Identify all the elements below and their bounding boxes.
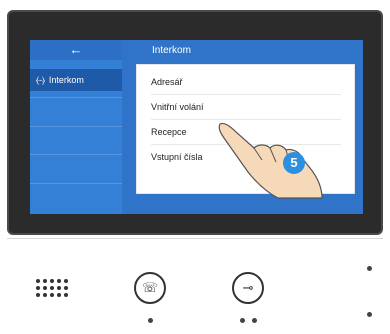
handset-icon: ☏ <box>141 280 159 295</box>
menu-item-adresar[interactable]: Adresář <box>151 70 341 95</box>
key-icon: ⊸ <box>242 280 254 295</box>
page-title: Interkom <box>152 45 191 56</box>
divider <box>30 97 122 98</box>
sidebar: ← ⦑-⦒ Interkom <box>30 40 122 214</box>
divider <box>30 154 122 155</box>
sidebar-item-interkom[interactable]: ⦑-⦒ Interkom <box>30 69 122 91</box>
talk-button[interactable]: ☏ <box>134 272 166 304</box>
divider <box>30 183 122 184</box>
arrow-left-icon: ← <box>69 42 83 57</box>
panel-divider <box>7 238 383 239</box>
back-button[interactable]: ← <box>30 40 122 60</box>
sidebar-item-label: Interkom <box>48 75 84 85</box>
intercom-device: ← ⦑-⦒ Interkom Interkom Adresář Vnitřní … <box>0 0 390 334</box>
indicator-led <box>252 318 257 323</box>
status-led <box>367 312 372 317</box>
menu-item-vnitrni-volani[interactable]: Vnitřní volání <box>151 95 341 120</box>
indicator-led <box>148 318 153 323</box>
indicator-led <box>240 318 245 323</box>
pointing-hand-icon <box>218 122 323 199</box>
intercom-icon: ⦑-⦒ <box>36 74 45 85</box>
unlock-button[interactable]: ⊸ <box>232 272 264 304</box>
status-led <box>367 266 372 271</box>
divider <box>30 126 122 127</box>
step-badge: 5 <box>283 152 305 174</box>
